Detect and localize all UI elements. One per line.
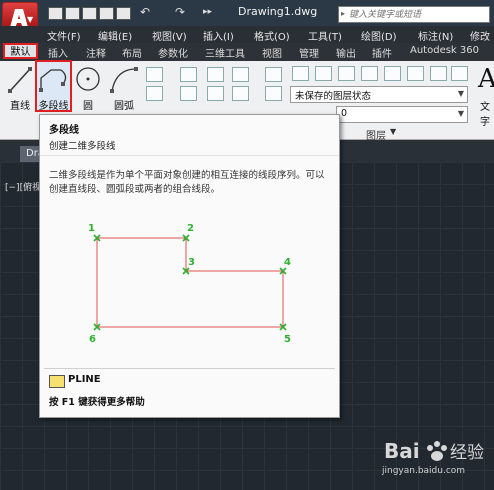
current-layer-dropdown[interactable]: 0 ▼	[336, 106, 468, 123]
rotate-tool-icon[interactable]	[207, 67, 224, 82]
vertex-label-4: 4	[284, 257, 291, 268]
tool-arc[interactable]: 圆弧	[106, 63, 142, 112]
circle-icon	[76, 67, 100, 91]
tooltip-subtitle: 创建二维多段线	[49, 141, 116, 152]
chevron-down-icon: ▼	[457, 89, 464, 98]
polyline-example-diagram: 1 2 3 4 5 6	[88, 223, 291, 345]
menu-format[interactable]: 格式(O)	[254, 28, 290, 43]
redo-icon[interactable]: ↷	[175, 5, 185, 19]
stretch-tool-icon[interactable]	[265, 67, 282, 82]
menu-modify[interactable]: 修改	[470, 28, 490, 43]
layer-tool-icon-7[interactable]	[430, 66, 447, 81]
tab-3d-tools[interactable]: 三维工具	[205, 45, 245, 60]
tooltip-divider	[44, 368, 335, 369]
vertex-label-1: 1	[88, 223, 95, 234]
layer-tool-icon-6[interactable]	[407, 66, 424, 81]
more-icon[interactable]: ▸▸	[203, 7, 212, 17]
mirror-tool-icon[interactable]	[207, 86, 224, 101]
hatch-tool-icon[interactable]	[146, 86, 163, 101]
command-icon	[49, 375, 65, 388]
layer-tool-icon-8[interactable]	[451, 66, 468, 81]
chevron-down-icon: ▼	[457, 109, 464, 118]
menu-dimension[interactable]: 标注(N)	[418, 28, 453, 43]
tab-view[interactable]: 视图	[262, 45, 282, 60]
tooltip-description: 二维多段线是作为单个平面对象创建的相互连接的线段序列。可以创建直线段、圆弧段或两…	[49, 170, 325, 195]
menu-file[interactable]: 文件(F)	[47, 28, 81, 43]
layer-tool-icon-2[interactable]	[315, 66, 332, 81]
layer-state-dropdown[interactable]: 未保存的图层状态 ▼	[290, 86, 468, 103]
print-icon[interactable]	[116, 7, 131, 20]
new-file-icon[interactable]	[48, 7, 63, 20]
tab-plugins[interactable]: 插件	[372, 45, 392, 60]
tool-line-label: 直线	[10, 101, 30, 112]
baidu-watermark: Bai 经验	[382, 432, 494, 490]
document-title: Drawing1.dwg	[238, 5, 318, 18]
watermark-url: jingyan.baidu.com	[382, 466, 466, 476]
tab-parametric[interactable]: 参数化	[158, 45, 188, 60]
move-tool-icon[interactable]	[180, 67, 197, 82]
tab-autodesk-360[interactable]: Autodesk 360	[410, 45, 479, 56]
polyline-tooltip: 多段线 创建二维多段线 二维多段线是作为单个平面对象创建的相互连接的线段序列。可…	[39, 114, 340, 418]
line-icon	[8, 67, 32, 93]
tool-polyline[interactable]: 多段线	[35, 60, 72, 112]
open-file-icon[interactable]	[65, 7, 80, 20]
tooltip-help-text: 按 F1 键获得更多帮助	[49, 397, 145, 408]
layer-state-value: 未保存的图层状态	[295, 91, 372, 102]
baidu-paw-logo: Bai 经验	[384, 439, 484, 463]
tab-layout[interactable]: 布局	[122, 45, 142, 60]
tooltip-title: 多段线	[49, 125, 79, 136]
vertex-label-5: 5	[284, 334, 291, 345]
arc-icon	[110, 67, 138, 93]
tab-annotate[interactable]: 注释	[86, 45, 106, 60]
menu-draw[interactable]: 绘图(D)	[361, 28, 397, 43]
search-arrow-icon: ▸	[341, 9, 346, 18]
tab-output[interactable]: 输出	[336, 45, 356, 60]
tool-circle[interactable]: 圆	[74, 63, 102, 112]
layer-tool-icon-4[interactable]	[361, 66, 378, 81]
undo-icon[interactable]: ↶	[140, 5, 150, 19]
menu-tools[interactable]: 工具(T)	[308, 28, 342, 43]
tool-line[interactable]: 直线	[4, 63, 36, 112]
search-input[interactable]	[349, 7, 487, 22]
layer-properties-icon[interactable]	[292, 66, 309, 81]
tool-text-label[interactable]: 文字	[480, 98, 494, 128]
polyline-icon	[39, 69, 67, 92]
menu-insert[interactable]: 插入(I)	[203, 28, 234, 43]
vertex-label-2: 2	[187, 223, 194, 234]
copy-tool-icon[interactable]	[180, 86, 197, 101]
fillet-tool-icon[interactable]	[232, 86, 249, 101]
tool-polyline-label: 多段线	[38, 101, 69, 112]
layer-tool-icon-3[interactable]	[338, 66, 355, 81]
tab-insert[interactable]: 插入	[48, 45, 68, 60]
svg-text:经验: 经验	[450, 443, 484, 463]
chevron-down-icon[interactable]: ▼	[390, 127, 396, 136]
tool-circle-label: 圆	[83, 101, 93, 112]
tool-arc-label: 圆弧	[114, 101, 134, 112]
svg-text:Bai: Bai	[384, 439, 420, 463]
save-icon[interactable]	[82, 7, 97, 20]
tooltip-divider	[40, 155, 339, 156]
menu-view[interactable]: 视图(V)	[152, 28, 187, 43]
trim-tool-icon[interactable]	[232, 67, 249, 82]
chevron-down-icon: ▼	[27, 15, 34, 24]
tab-default[interactable]: 默认	[3, 43, 38, 59]
search-box[interactable]: ▸	[338, 6, 490, 23]
vertex-label-3: 3	[188, 257, 195, 268]
vertex-label-6: 6	[89, 334, 96, 345]
layer-tool-icon-5[interactable]	[384, 66, 401, 81]
tab-manage[interactable]: 管理	[299, 45, 319, 60]
menu-edit[interactable]: 编辑(E)	[98, 28, 132, 43]
tooltip-command: PLINE	[68, 374, 101, 385]
rectangle-tool-icon[interactable]	[146, 67, 163, 82]
current-layer-value: 0	[341, 108, 348, 119]
save-as-icon[interactable]	[99, 7, 114, 20]
text-tool-icon[interactable]: A	[478, 64, 494, 94]
array-tool-icon[interactable]	[265, 86, 282, 101]
